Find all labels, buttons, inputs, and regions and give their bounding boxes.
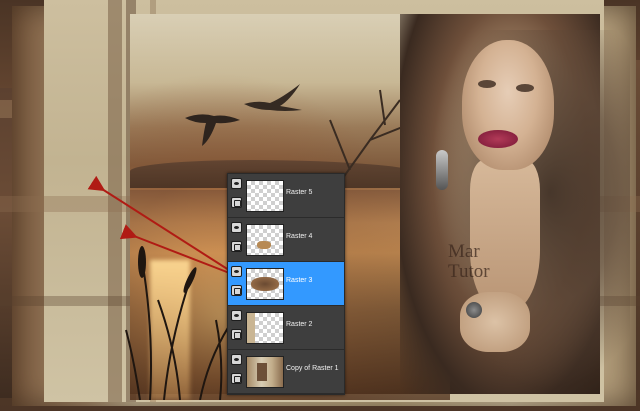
- link-icon[interactable]: [231, 373, 242, 384]
- thumbnail-content: [247, 313, 255, 343]
- layer-name: Raster 3: [286, 277, 313, 284]
- layer-row-raster-4[interactable]: Raster 4: [228, 218, 344, 262]
- layer-row-copy-of-raster-1[interactable]: Copy of Raster 1: [228, 350, 344, 394]
- thumbnail-content: [251, 277, 279, 291]
- layer-name: Copy of Raster 1: [286, 365, 339, 372]
- layer-row-raster-5[interactable]: Raster 5: [228, 174, 344, 218]
- eye-icon[interactable]: [231, 310, 242, 321]
- layer-row-raster-3[interactable]: Raster 3: [228, 262, 344, 306]
- link-icon[interactable]: [231, 285, 242, 296]
- link-icon[interactable]: [231, 197, 242, 208]
- eye-icon[interactable]: [231, 266, 242, 277]
- layer-row-raster-2[interactable]: Raster 2: [228, 306, 344, 350]
- layer-thumbnail: [246, 312, 284, 344]
- layer-thumbnail: [246, 356, 284, 388]
- eye-icon[interactable]: [231, 354, 242, 365]
- layer-name: Raster 4: [286, 233, 313, 240]
- thumbnail-content: [257, 363, 267, 381]
- thumbnail-content: [257, 241, 271, 249]
- link-icon[interactable]: [231, 329, 242, 340]
- link-icon[interactable]: [231, 241, 242, 252]
- canvas: Mar Tutor Raster 5 Raster 4 Raster 3 Ras…: [0, 0, 640, 411]
- layer-thumbnail: [246, 224, 284, 256]
- layer-name: Raster 2: [286, 321, 313, 328]
- eye-icon[interactable]: [231, 178, 242, 189]
- layer-thumbnail: [246, 180, 284, 212]
- eye-icon[interactable]: [231, 222, 242, 233]
- arrow-line-1: [87, 175, 233, 273]
- layer-thumbnail: [246, 268, 284, 300]
- layers-palette: Raster 5 Raster 4 Raster 3 Raster 2 Copy…: [227, 173, 345, 395]
- layer-name: Raster 5: [286, 189, 313, 196]
